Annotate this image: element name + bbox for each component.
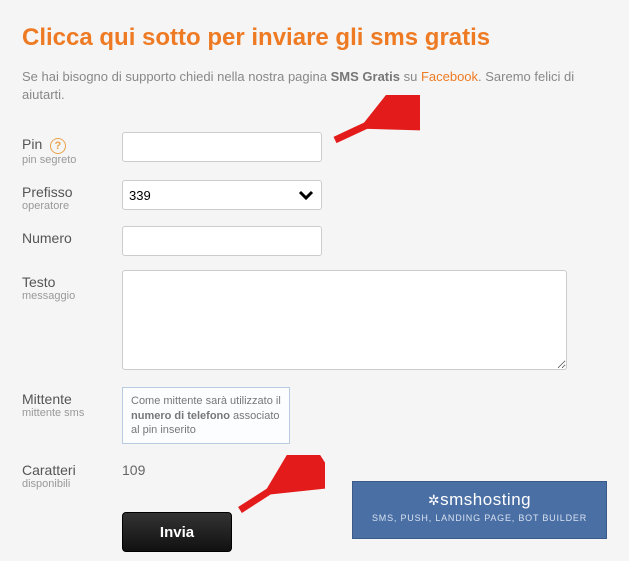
numero-input[interactable] xyxy=(122,226,322,256)
mittente-info-1: Come mittente sarà utilizzato il xyxy=(131,395,281,407)
pin-input[interactable] xyxy=(122,132,322,162)
intro-bold: SMS Gratis xyxy=(331,69,400,84)
caratteri-sublabel: disponibili xyxy=(22,478,122,490)
prefisso-label: Prefisso xyxy=(22,184,73,200)
pin-label: Pin xyxy=(22,136,42,152)
prefisso-sublabel: operatore xyxy=(22,200,122,212)
promo-box[interactable]: ✲smshosting SMS, PUSH, LANDING PAGE, BOT… xyxy=(352,481,607,539)
mittente-info-box: Come mittente sarà utilizzato il numero … xyxy=(122,387,290,444)
intro-text: Se hai bisogno di supporto chiedi nella … xyxy=(22,68,607,104)
mittente-info-bold: numero di telefono xyxy=(131,410,230,422)
numero-label: Numero xyxy=(22,230,72,246)
intro-part2: su xyxy=(404,69,421,84)
submit-button[interactable]: Invia xyxy=(122,512,232,552)
caratteri-value: 109 xyxy=(122,458,567,478)
help-icon[interactable]: ? xyxy=(50,138,66,154)
facebook-link[interactable]: Facebook xyxy=(421,69,478,84)
mittente-label: Mittente xyxy=(22,391,72,407)
promo-subtitle: SMS, PUSH, LANDING PAGE, BOT BUILDER xyxy=(353,513,606,523)
testo-label: Testo xyxy=(22,274,55,290)
pin-sublabel: pin segreto xyxy=(22,154,122,166)
flower-icon: ✲ xyxy=(428,492,440,508)
caratteri-label: Caratteri xyxy=(22,462,76,478)
prefisso-select[interactable]: 339 xyxy=(122,180,322,210)
testo-sublabel: messaggio xyxy=(22,290,122,302)
intro-part1: Se hai bisogno di supporto chiedi nella … xyxy=(22,69,331,84)
mittente-sublabel: mittente sms xyxy=(22,407,122,419)
promo-title: ✲smshosting xyxy=(353,490,606,510)
testo-textarea[interactable] xyxy=(122,270,567,370)
page-title: Clicca qui sotto per inviare gli sms gra… xyxy=(22,24,607,52)
